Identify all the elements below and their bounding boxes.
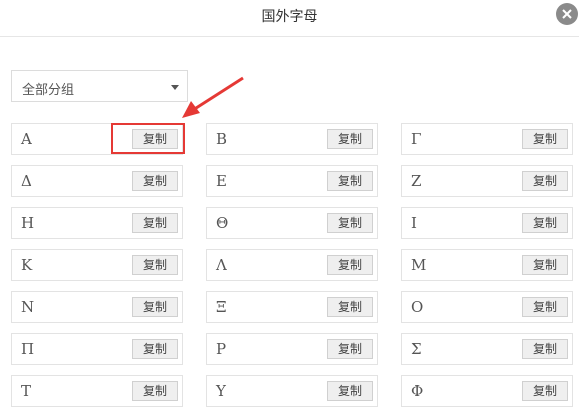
chevron-down-icon	[171, 85, 179, 90]
letter-glyph: M	[411, 256, 427, 274]
letter-cell: Π 复制	[11, 333, 183, 365]
letter-glyph: T	[21, 382, 32, 400]
letter-glyph: Υ	[216, 382, 226, 400]
copy-button[interactable]: 复制	[132, 255, 178, 275]
copy-button[interactable]: 复制	[132, 129, 178, 149]
copy-button[interactable]: 复制	[522, 297, 568, 317]
letter-cell: M 复制	[401, 249, 573, 281]
letter-glyph: B	[216, 130, 228, 148]
letter-cell: H 复制	[11, 207, 183, 239]
copy-button[interactable]: 复制	[132, 171, 178, 191]
letter-glyph: N	[21, 298, 35, 316]
copy-button[interactable]: 复制	[522, 129, 568, 149]
letter-glyph: Λ	[216, 256, 227, 274]
letter-cell: Σ 复制	[401, 333, 573, 365]
letter-cell: I 复制	[401, 207, 573, 239]
copy-button[interactable]: 复制	[522, 381, 568, 401]
letter-cell: N 复制	[11, 291, 183, 323]
letter-cell: P 复制	[206, 333, 378, 365]
letter-glyph: Θ	[216, 214, 229, 232]
letter-glyph: I	[411, 214, 417, 232]
letter-cell: Δ 复制	[11, 165, 183, 197]
dialog-window: 国外字母 全部分组 A 复制 B 复制 Γ 复制 Δ 复制 E 复制 Z 复制 H 复制 Θ 复制 I 复制 K 复制…	[0, 0, 579, 414]
dialog-header: 国外字母	[0, 0, 579, 37]
letter-cell: Θ 复制	[206, 207, 378, 239]
letter-glyph: Ξ	[216, 298, 227, 316]
letter-glyph: Σ	[411, 340, 422, 358]
copy-button[interactable]: 复制	[522, 255, 568, 275]
copy-button[interactable]: 复制	[522, 171, 568, 191]
letter-cell: Λ 复制	[206, 249, 378, 281]
copy-button[interactable]: 复制	[327, 255, 373, 275]
dialog-title: 国外字母	[261, 9, 318, 25]
letter-glyph: K	[21, 256, 33, 274]
letter-cell: B 复制	[206, 123, 378, 155]
letter-cell: Φ 复制	[401, 375, 573, 407]
copy-button[interactable]: 复制	[327, 129, 373, 149]
copy-button[interactable]: 复制	[327, 381, 373, 401]
letter-cell: O 复制	[401, 291, 573, 323]
letter-glyph: Δ	[21, 172, 32, 190]
group-select-value: 全部分组	[22, 83, 75, 98]
letter-cell: Γ 复制	[401, 123, 573, 155]
letter-glyph: A	[21, 130, 32, 148]
close-icon	[562, 9, 572, 19]
letter-glyph: Φ	[411, 382, 424, 400]
letter-cell: Ξ 复制	[206, 291, 378, 323]
letter-glyph: E	[216, 172, 227, 190]
letter-cell: K 复制	[11, 249, 183, 281]
copy-button[interactable]: 复制	[132, 297, 178, 317]
copy-button[interactable]: 复制	[522, 213, 568, 233]
letter-cell: Z 复制	[401, 165, 573, 197]
close-button[interactable]	[556, 3, 578, 25]
letter-cell: T 复制	[11, 375, 183, 407]
copy-button[interactable]: 复制	[327, 213, 373, 233]
copy-button[interactable]: 复制	[132, 213, 178, 233]
copy-button[interactable]: 复制	[327, 339, 373, 359]
letter-glyph: H	[21, 214, 35, 232]
group-select[interactable]: 全部分组	[11, 70, 188, 102]
copy-button[interactable]: 复制	[522, 339, 568, 359]
letter-glyph: Γ	[411, 130, 422, 148]
letter-glyph: P	[216, 340, 227, 358]
letter-cell: A 复制	[11, 123, 183, 155]
letter-glyph: O	[411, 298, 424, 316]
letter-cell: E 复制	[206, 165, 378, 197]
letter-glyph: Z	[411, 172, 422, 190]
letter-cell: Υ 复制	[206, 375, 378, 407]
copy-button[interactable]: 复制	[327, 297, 373, 317]
letter-glyph: Π	[21, 340, 35, 358]
copy-button[interactable]: 复制	[327, 171, 373, 191]
copy-button[interactable]: 复制	[132, 381, 178, 401]
copy-button[interactable]: 复制	[132, 339, 178, 359]
